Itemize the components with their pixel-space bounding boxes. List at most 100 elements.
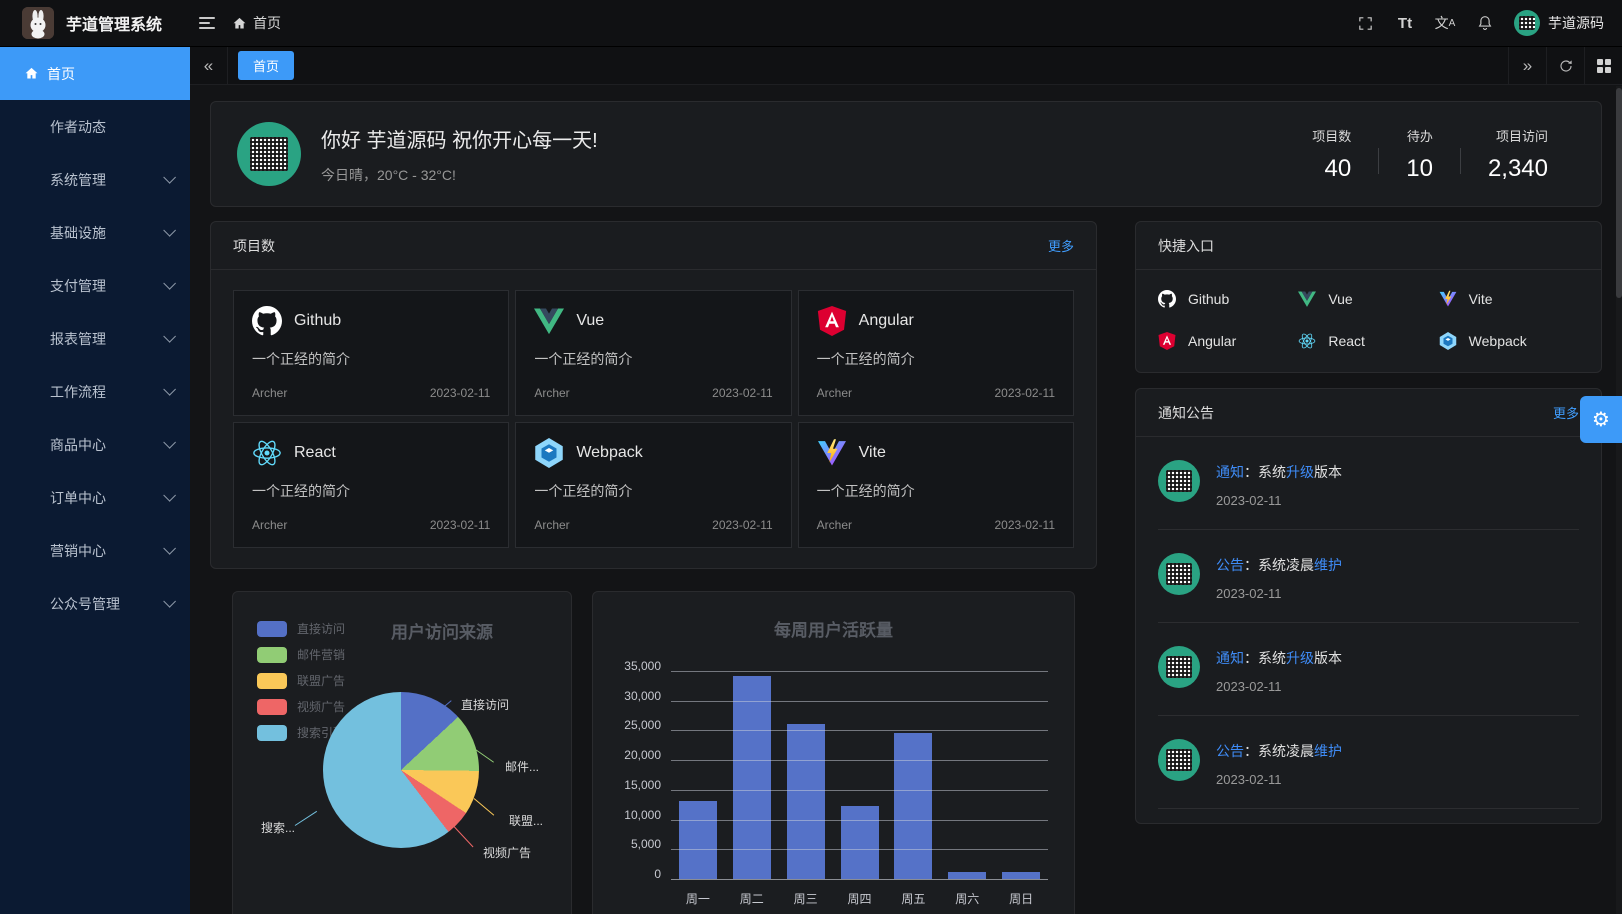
- layout-grid-icon[interactable]: [1584, 47, 1622, 84]
- refresh-icon[interactable]: [1546, 47, 1584, 84]
- sidebar-item-marketing[interactable]: 营销中心: [0, 524, 190, 577]
- fullscreen-icon[interactable]: [1348, 6, 1382, 40]
- gridline: [671, 790, 1048, 791]
- legend-swatch: [257, 725, 287, 741]
- chevron-down-icon: [163, 436, 176, 449]
- quick-link-github[interactable]: Github: [1158, 284, 1298, 314]
- project-tile-github[interactable]: Github 一个正经的简介 Archer2023-02-11: [233, 290, 509, 416]
- bar-周三[interactable]: [787, 724, 825, 880]
- sidebar-item-order[interactable]: 订单中心: [0, 471, 190, 524]
- tabs-scroll-right-button[interactable]: »: [1508, 47, 1546, 84]
- font-size-icon[interactable]: Tt: [1388, 6, 1422, 40]
- greeting-avatar: [237, 122, 301, 186]
- tab-home[interactable]: 首页: [238, 51, 294, 80]
- chevron-down-icon: [163, 171, 176, 184]
- gridline: [671, 730, 1048, 731]
- legend-item[interactable]: 邮件营销: [257, 646, 345, 663]
- project-tile-react[interactable]: React 一个正经的简介 Archer2023-02-11: [233, 422, 509, 548]
- tabs-scroll-left-button[interactable]: «: [190, 47, 228, 84]
- quick-link-webpack[interactable]: Webpack: [1439, 326, 1579, 356]
- sidebar-item-author-news[interactable]: 作者动态: [0, 100, 190, 153]
- scrollbar-thumb[interactable]: [1616, 88, 1622, 298]
- legend-item[interactable]: 联盟广告: [257, 672, 345, 689]
- breadcrumb-home[interactable]: 首页: [253, 13, 281, 33]
- bar-plot[interactable]: 周一周二周三周四周五周六周日 05,00010,00015,00020,0002…: [671, 672, 1048, 880]
- vite-icon: [817, 438, 847, 468]
- quick-entry-title: 快捷入口: [1158, 236, 1214, 256]
- bell-icon[interactable]: [1468, 6, 1502, 40]
- projects-card-title: 项目数: [233, 236, 275, 256]
- sidebar-item-workflow[interactable]: 工作流程: [0, 365, 190, 418]
- bar-周一[interactable]: [679, 801, 717, 880]
- quick-link-react[interactable]: React: [1298, 326, 1438, 356]
- sidebar-item-home[interactable]: 首页: [0, 47, 190, 100]
- project-author: Archer: [252, 518, 287, 532]
- notice-avatar: [1158, 460, 1200, 502]
- bar-周四[interactable]: [841, 806, 879, 880]
- notice-more-link[interactable]: 更多: [1553, 403, 1579, 422]
- legend-label: 视频广告: [297, 698, 345, 715]
- settings-gear-button[interactable]: ⚙: [1580, 396, 1622, 443]
- sidebar-item-wechat[interactable]: 公众号管理: [0, 577, 190, 630]
- project-tile-angular[interactable]: Angular 一个正经的简介 Archer2023-02-11: [798, 290, 1074, 416]
- projects-more-link[interactable]: 更多: [1048, 236, 1074, 255]
- quick-link-vue[interactable]: Vue: [1298, 284, 1438, 314]
- scrollbar[interactable]: [1616, 86, 1622, 914]
- stat-visits: 项目访问 2,340: [1461, 126, 1575, 183]
- chevron-down-icon: [163, 330, 176, 343]
- menu-fold-icon[interactable]: [190, 6, 224, 40]
- y-axis-tick: 5,000: [631, 837, 661, 851]
- sidebar-item-infra[interactable]: 基础设施: [0, 206, 190, 259]
- legend-swatch: [257, 699, 287, 715]
- quick-link-vite[interactable]: Vite: [1439, 284, 1579, 314]
- bar-chart-card: 每周用户活跃量 周一周二周三周四周五周六周日 05,00010,00015,00…: [592, 591, 1075, 914]
- y-axis-tick: 15,000: [624, 778, 661, 792]
- project-tile-webpack[interactable]: Webpack 一个正经的简介 Archer2023-02-11: [515, 422, 791, 548]
- notice-item[interactable]: 通知：系统升级版本 2023-02-11: [1158, 623, 1579, 716]
- sidebar-item-product[interactable]: 商品中心: [0, 418, 190, 471]
- notice-date: 2023-02-11: [1216, 772, 1342, 787]
- notice-avatar: [1158, 646, 1200, 688]
- notice-item[interactable]: 公告：系统凌晨维护 2023-02-11: [1158, 530, 1579, 623]
- sidebar-item-system[interactable]: 系统管理: [0, 153, 190, 206]
- stat-projects: 项目数 40: [1285, 126, 1378, 183]
- project-tile-vue[interactable]: Vue 一个正经的简介 Archer2023-02-11: [515, 290, 791, 416]
- y-axis-tick: 35,000: [624, 659, 661, 673]
- pie-circle[interactable]: [323, 692, 479, 848]
- pie-label-email: 邮件...: [505, 758, 539, 775]
- x-axis-tick: 周日: [994, 890, 1048, 907]
- notice-date: 2023-02-11: [1216, 679, 1342, 694]
- project-date: 2023-02-11: [430, 518, 491, 532]
- notice-card: 通知公告 更多 通知：系统升级版本 2023-02-11: [1135, 388, 1602, 824]
- projects-card: 项目数 更多 Github 一个正经的简介 Archer2023-02-11 V…: [210, 221, 1097, 569]
- chevron-down-icon: [163, 542, 176, 555]
- project-tile-vite[interactable]: Vite 一个正经的简介 Archer2023-02-11: [798, 422, 1074, 548]
- breadcrumb[interactable]: 首页: [232, 13, 281, 33]
- sidebar-item-pay[interactable]: 支付管理: [0, 259, 190, 312]
- legend-swatch: [257, 647, 287, 663]
- pie-label-search: 搜索...: [249, 819, 295, 836]
- sidebar-item-report[interactable]: 报表管理: [0, 312, 190, 365]
- legend-item[interactable]: 直接访问: [257, 620, 345, 637]
- gridline: [671, 820, 1048, 821]
- quick-link-angular[interactable]: Angular: [1158, 326, 1298, 356]
- translate-icon[interactable]: 文A: [1428, 6, 1462, 40]
- react-icon: [252, 438, 282, 468]
- legend-label: 直接访问: [297, 620, 345, 637]
- app-logo-rabbit-image: [22, 7, 54, 39]
- x-axis-tick: 周六: [940, 890, 994, 907]
- y-axis-tick: 25,000: [624, 718, 661, 732]
- notice-item[interactable]: 通知：系统升级版本 2023-02-11: [1158, 437, 1579, 530]
- app-logo-area[interactable]: 芋道管理系统: [0, 7, 190, 39]
- notice-item[interactable]: 公告：系统凌晨维护 2023-02-11: [1158, 716, 1579, 809]
- pie-legend[interactable]: 直接访问邮件营销联盟广告视频广告搜索引擎: [257, 620, 345, 741]
- bar-周五[interactable]: [894, 733, 932, 880]
- gridline: [671, 849, 1048, 850]
- stat-todo: 待办 10: [1379, 126, 1460, 183]
- chevron-down-icon: [163, 383, 176, 396]
- sidebar: 首页 作者动态 系统管理 基础设施 支付管理 报表管理 工作流程 商品中心 订单…: [0, 47, 190, 914]
- notice-date: 2023-02-11: [1216, 493, 1342, 508]
- legend-item[interactable]: 视频广告: [257, 698, 345, 715]
- user-menu[interactable]: 芋道源码: [1514, 10, 1604, 36]
- user-avatar: [1514, 10, 1540, 36]
